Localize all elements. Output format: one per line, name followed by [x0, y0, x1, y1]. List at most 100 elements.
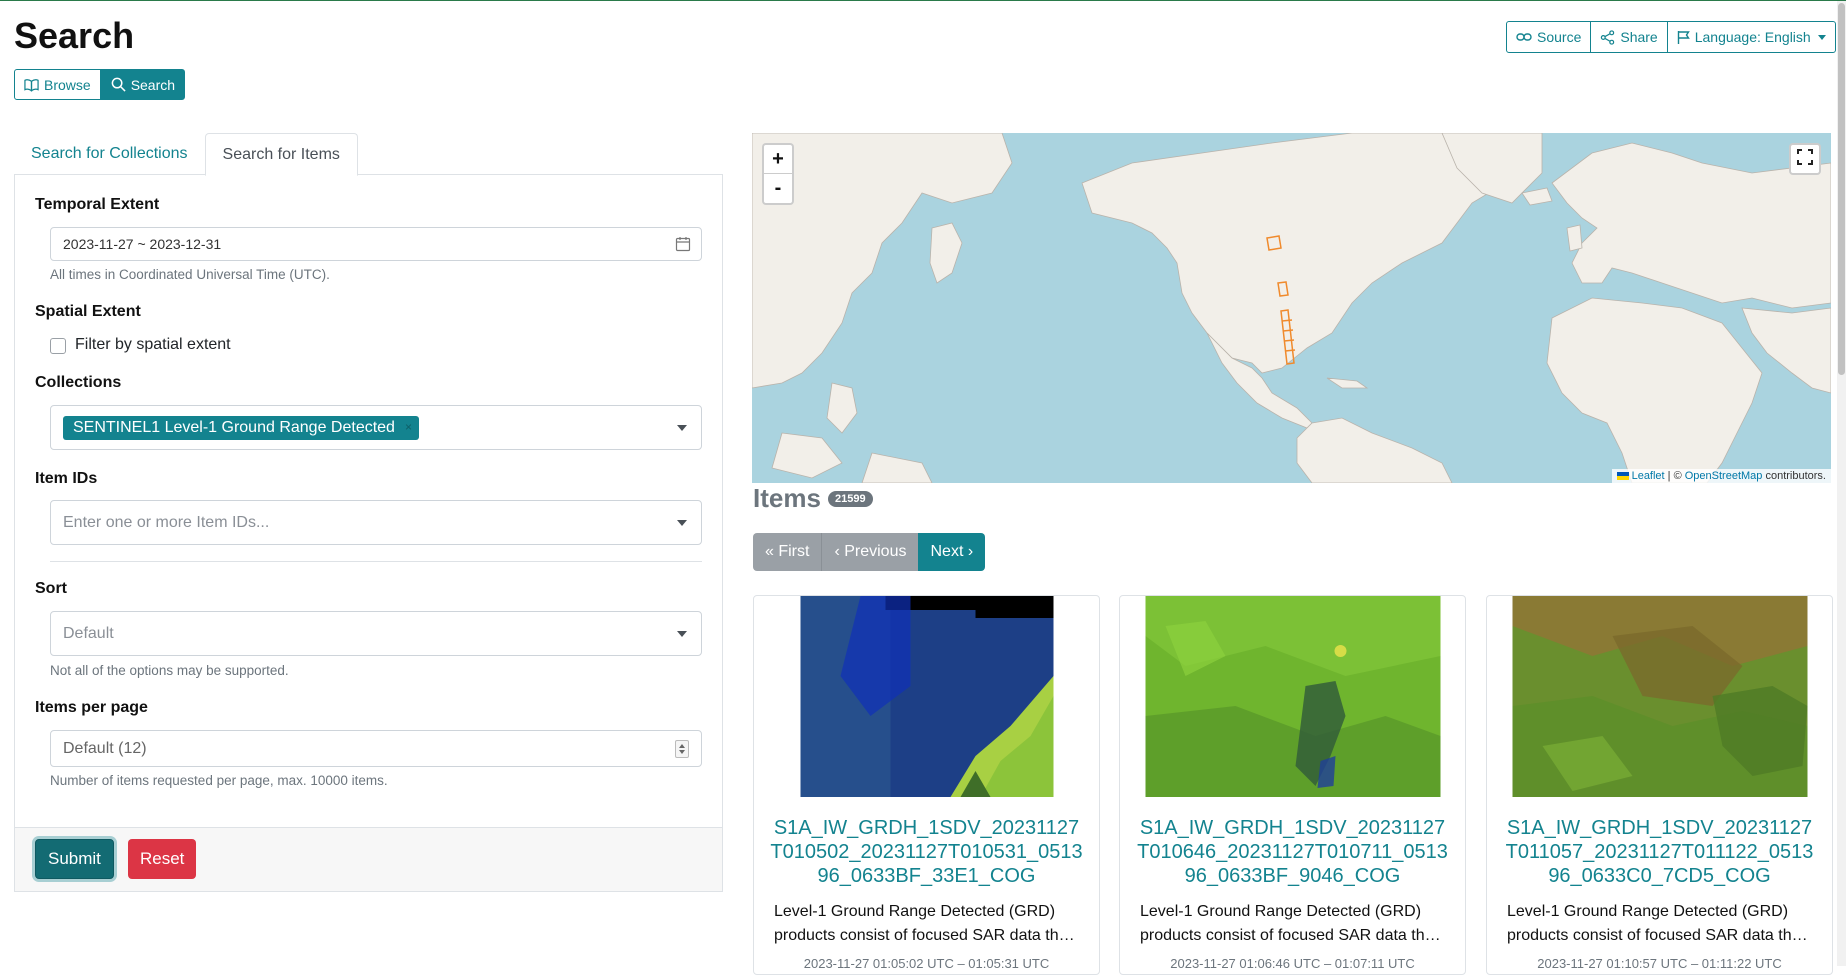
item-title-line: T010646_20231127T010711_0513	[1137, 841, 1448, 863]
attribution-tail: contributors.	[1762, 470, 1826, 482]
item-card[interactable]: S1A_IW_GRDH_1SDV_20231127 T010502_202311…	[753, 595, 1100, 975]
collection-tag: SENTINEL1 Level-1 Ground Range Detected …	[63, 415, 419, 440]
item-title-line: 96_0633BF_9046_COG	[1184, 865, 1401, 887]
tab-search-collections[interactable]: Search for Collections	[14, 133, 205, 175]
sort-hint: Not all of the options may be supported.	[50, 663, 289, 678]
calendar-icon[interactable]	[675, 236, 691, 256]
zoom-out-button[interactable]: -	[764, 174, 792, 203]
item-title[interactable]: S1A_IW_GRDH_1SDV_20231127 T011057_202311…	[1497, 816, 1822, 888]
sort-select[interactable]: Default	[50, 611, 702, 656]
osm-link[interactable]: OpenStreetMap	[1685, 470, 1763, 482]
item-description-line: products consist of focused SAR data th…	[1140, 927, 1441, 944]
item-description-line: Level-1 Ground Range Detected (GRD)	[774, 903, 1056, 920]
item-time: 2023-11-27 01:06:46 UTC – 01:07:11 UTC	[1170, 956, 1415, 971]
search-tabs: Search for Collections Search for Items	[14, 133, 723, 176]
spatial-filter-checkbox[interactable]	[50, 338, 66, 354]
item-thumbnail[interactable]	[1512, 596, 1807, 797]
map-attribution: Leaflet | © OpenStreetMap contributors.	[1611, 469, 1831, 483]
item-title-line: 96_0633BF_33E1_COG	[817, 865, 1036, 887]
browse-label: Browse	[44, 76, 91, 93]
fullscreen-icon	[1797, 149, 1813, 169]
temporal-extent-label: Temporal Extent	[35, 196, 160, 213]
form-divider	[50, 561, 702, 562]
search-label: Search	[130, 76, 176, 93]
source-button[interactable]: Source	[1506, 21, 1592, 53]
language-label: Language: English	[1694, 29, 1811, 45]
item-description-line: Level-1 Ground Range Detected (GRD)	[1507, 903, 1789, 920]
item-description-line: products consist of focused SAR data th…	[774, 927, 1075, 944]
sort-value: Default	[63, 624, 114, 642]
spatial-filter-label: Filter by spatial extent	[75, 336, 231, 353]
page-title: Search	[14, 15, 135, 56]
item-description: Level-1 Ground Range Detected (GRD) prod…	[774, 900, 1085, 948]
item-title-line: T010502_20231127T010531_0513	[770, 841, 1083, 863]
item-title-line: S1A_IW_GRDH_1SDV_20231127	[773, 817, 1080, 839]
next-page-button[interactable]: Next ›	[918, 533, 986, 571]
item-card[interactable]: S1A_IW_GRDH_1SDV_20231127 T011057_202311…	[1486, 595, 1833, 975]
map-basemap	[752, 133, 1831, 483]
items-count-badge: 21599	[828, 491, 873, 507]
tab-search-items[interactable]: Search for Items	[204, 133, 358, 176]
search-button[interactable]: Search	[100, 69, 186, 100]
share-icon	[1600, 29, 1615, 45]
pagination: « First ‹ Previous Next ›	[753, 533, 986, 571]
item-description-line: Level-1 Ground Range Detected (GRD)	[1140, 903, 1422, 920]
submit-button[interactable]: Submit	[35, 839, 114, 879]
view-switch: Browse Search	[14, 69, 186, 100]
map-view[interactable]: + - Leaflet | © OpenStreetMap contributo…	[752, 133, 1831, 483]
item-ids-placeholder: Enter one or more Item IDs...	[63, 513, 270, 531]
item-title-line: S1A_IW_GRDH_1SDV_20231127	[1506, 817, 1813, 839]
item-title-line: S1A_IW_GRDH_1SDV_20231127	[1139, 817, 1446, 839]
items-heading: Items	[753, 483, 821, 513]
first-page-button[interactable]: « First	[753, 533, 823, 571]
flag-icon	[1677, 30, 1690, 45]
item-thumbnail[interactable]	[1145, 596, 1440, 797]
item-title[interactable]: S1A_IW_GRDH_1SDV_20231127 T010502_202311…	[764, 816, 1089, 888]
item-time: 2023-11-27 01:10:57 UTC – 01:11:22 UTC	[1537, 956, 1782, 971]
items-per-page-input[interactable]: Default (12)	[50, 730, 702, 767]
search-panel: Temporal Extent 2023-11-27 ~ 2023-12-31 …	[14, 175, 723, 892]
scrollbar-thumb[interactable]	[1838, 3, 1845, 375]
item-title[interactable]: S1A_IW_GRDH_1SDV_20231127 T010646_202311…	[1130, 816, 1455, 888]
language-dropdown[interactable]: Language: English	[1666, 21, 1836, 53]
item-description: Level-1 Ground Range Detected (GRD) prod…	[1507, 900, 1818, 948]
collection-tag-label: SENTINEL1 Level-1 Ground Range Detected	[73, 418, 395, 436]
top-actions: Source Share Language: English	[1506, 21, 1836, 53]
items-per-page-label: Items per page	[35, 699, 148, 716]
item-card[interactable]: S1A_IW_GRDH_1SDV_20231127 T010646_202311…	[1119, 595, 1466, 975]
number-spinner-icon[interactable]	[675, 740, 689, 758]
zoom-in-button[interactable]: +	[764, 145, 792, 174]
temporal-extent-value: 2023-11-27 ~ 2023-12-31	[63, 236, 222, 252]
leaflet-link[interactable]: Leaflet	[1632, 470, 1665, 482]
chevron-down-icon	[677, 424, 687, 431]
source-label: Source	[1537, 29, 1582, 45]
attribution-separator: | ©	[1664, 470, 1685, 482]
previous-page-button[interactable]: ‹ Previous	[822, 533, 919, 571]
book-icon	[24, 78, 39, 92]
fullscreen-button[interactable]	[1789, 143, 1821, 175]
zoom-control: + -	[762, 143, 794, 205]
items-per-page-value: Default (12)	[63, 739, 147, 757]
collections-select[interactable]: SENTINEL1 Level-1 Ground Range Detected …	[50, 405, 702, 450]
spatial-extent-label: Spatial Extent	[35, 303, 141, 320]
chevron-down-icon	[677, 519, 687, 526]
item-thumbnail[interactable]	[800, 596, 1053, 797]
page-scrollbar[interactable]	[1837, 1, 1846, 966]
browse-button[interactable]: Browse	[14, 69, 101, 100]
items-per-page-hint: Number of items requested per page, max.…	[50, 773, 388, 788]
remove-tag-icon[interactable]: ×	[405, 420, 412, 434]
collections-label: Collections	[35, 374, 122, 391]
chevron-down-icon	[1817, 34, 1826, 40]
temporal-extent-input[interactable]: 2023-11-27 ~ 2023-12-31	[50, 227, 702, 261]
item-time: 2023-11-27 01:05:02 UTC – 01:05:31 UTC	[803, 956, 1050, 971]
form-footer: Submit Reset	[15, 827, 722, 891]
reset-button[interactable]: Reset	[128, 839, 197, 879]
sort-label: Sort	[35, 580, 67, 597]
search-icon	[111, 77, 126, 92]
ukraine-flag-icon	[1616, 472, 1629, 481]
link-icon	[1516, 32, 1532, 42]
item-ids-label: Item IDs	[35, 470, 98, 487]
item-ids-input[interactable]: Enter one or more Item IDs...	[50, 500, 702, 545]
share-button[interactable]: Share	[1590, 21, 1668, 53]
item-description: Level-1 Ground Range Detected (GRD) prod…	[1140, 900, 1451, 948]
